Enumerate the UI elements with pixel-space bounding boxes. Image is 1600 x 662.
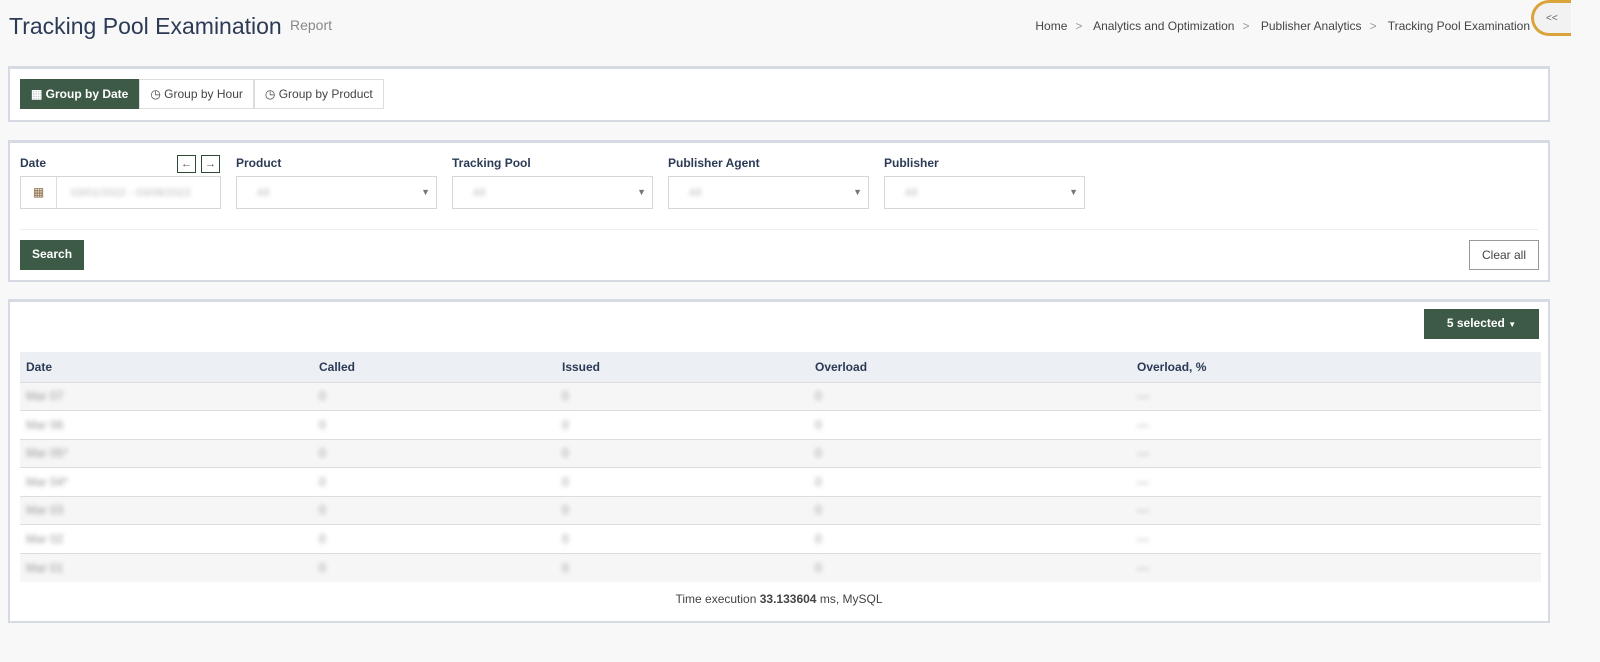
table-cell: Mar 02 — [20, 524, 313, 553]
table-cell: 0 — [809, 410, 1131, 439]
caret-down-icon: ▼ — [853, 187, 862, 197]
publisher-label: Publisher — [884, 156, 939, 170]
breadcrumb-current: Tracking Pool Examination — [1387, 19, 1530, 33]
table-cell: Mar 06 — [20, 410, 313, 439]
publisher-agent-label: Publisher Agent — [668, 156, 760, 170]
clear-all-button[interactable]: Clear all — [1468, 240, 1539, 270]
table-cell: 0 — [313, 381, 556, 411]
table-cell: 0 — [556, 524, 809, 553]
results-table: Date Called Issued Overload Overload, % … — [20, 352, 1541, 582]
table-cell: 0 — [809, 495, 1131, 525]
calendar-icon: ▦ — [21, 177, 57, 208]
table-cell: 0 — [313, 410, 556, 439]
execution-time: Time execution 33.133604 ms, MySQL — [675, 592, 883, 606]
table-cell: 0 — [556, 410, 809, 439]
column-header-issued[interactable]: Issued — [556, 352, 809, 382]
tracking-pool-label: Tracking Pool — [452, 156, 531, 170]
table-cell: — — [1131, 524, 1541, 553]
caret-down-icon: ▼ — [637, 187, 646, 197]
table-cell: — — [1131, 438, 1541, 468]
table-cell: 0 — [313, 467, 556, 496]
date-label: Date — [20, 156, 47, 170]
caret-down-icon: ▼ — [421, 187, 430, 197]
table-cell: — — [1131, 467, 1541, 496]
product-select[interactable]: All ▼ — [236, 176, 437, 209]
table-cell: 0 — [556, 495, 809, 525]
search-button[interactable]: Search — [20, 240, 85, 270]
table-cell: 0 — [313, 552, 556, 582]
table-cell: 0 — [556, 467, 809, 496]
column-header-overload[interactable]: Overload — [809, 352, 1131, 382]
breadcrumb-publisher-analytics[interactable]: Publisher Analytics — [1261, 19, 1362, 33]
table-row: Mar 07 0 0 0— — [20, 381, 1541, 411]
table-cell: — — [1131, 410, 1541, 439]
caret-down-icon: ▼ — [1069, 187, 1078, 197]
page-title: Tracking Pool Examination — [9, 13, 282, 39]
table-cell: Mar 03 — [20, 495, 313, 525]
table-cell: — — [1131, 381, 1541, 411]
filter-panel: Date ← → ▦ 03/01/2022 - 03/08/2022 Produ… — [8, 140, 1550, 282]
caret-down-icon: ▼ — [1508, 320, 1517, 329]
publisher-select[interactable]: All ▼ — [884, 176, 1085, 209]
publisher-agent-select[interactable]: All ▼ — [668, 176, 869, 209]
table-cell: — — [1131, 495, 1541, 525]
table-row: Mar 03 0 0 0— — [20, 495, 1541, 525]
prev-date-button[interactable]: ← — [177, 155, 196, 173]
next-date-button[interactable]: → — [201, 155, 220, 173]
column-header-overload-percent[interactable]: Overload, % — [1131, 352, 1541, 382]
date-range-input[interactable]: ▦ 03/01/2022 - 03/08/2022 — [20, 176, 221, 209]
table-cell: 0 — [313, 438, 556, 468]
table-cell: Mar 04* — [20, 467, 313, 496]
table-cell: Mar 07 — [20, 381, 313, 411]
table-row: Mar 02 0 0 0— — [20, 524, 1541, 553]
table-row: Mar 06 0 0 0— — [20, 410, 1541, 439]
group-panel: ▦ Group by Date ◷ Group by Hour ◷ Group … — [8, 66, 1550, 122]
product-label: Product — [236, 156, 282, 170]
results-panel: 5 selected ▼ Date Called Issued Overload… — [8, 299, 1550, 623]
column-header-date[interactable]: Date — [20, 352, 313, 382]
table-cell: 0 — [809, 438, 1131, 468]
table-cell: 0 — [313, 495, 556, 525]
table-cell: Mar 01 — [20, 552, 313, 582]
table-row: Mar 01 0 0 0— — [20, 552, 1541, 582]
table-cell: Mar 05* — [20, 438, 313, 468]
table-row: Mar 04* 0 0 0— — [20, 467, 1541, 496]
sidebar-toggle-button[interactable]: << — [1531, 0, 1571, 36]
table-cell: 0 — [809, 524, 1131, 553]
breadcrumb: Home > Analytics and Optimization > Publis… — [1035, 19, 1530, 33]
clock-icon: ◷ — [264, 87, 279, 101]
clock-icon: ◷ — [150, 87, 165, 101]
table-cell: 0 — [809, 467, 1131, 496]
page-subtitle: Report — [290, 17, 333, 33]
tab-group-by-product[interactable]: ◷ Group by Product — [253, 79, 384, 109]
table-row: Mar 05* 0 0 0— — [20, 438, 1541, 468]
divider — [20, 229, 1538, 230]
table-cell: 0 — [313, 524, 556, 553]
columns-select-button[interactable]: 5 selected ▼ — [1424, 309, 1539, 339]
breadcrumb-home[interactable]: Home — [1035, 19, 1067, 33]
calendar-icon: ▦ — [31, 87, 46, 101]
tab-group-by-hour[interactable]: ◷ Group by Hour — [139, 79, 254, 109]
table-cell: 0 — [556, 552, 809, 582]
breadcrumb-analytics[interactable]: Analytics and Optimization — [1093, 19, 1234, 33]
table-cell: 0 — [556, 438, 809, 468]
table-cell: 0 — [556, 381, 809, 411]
tab-group-by-date[interactable]: ▦ Group by Date — [20, 79, 140, 109]
table-cell: 0 — [809, 552, 1131, 582]
column-header-called[interactable]: Called — [313, 352, 556, 382]
table-cell: — — [1131, 552, 1541, 582]
tracking-pool-select[interactable]: All ▼ — [452, 176, 653, 209]
table-cell: 0 — [809, 381, 1131, 411]
